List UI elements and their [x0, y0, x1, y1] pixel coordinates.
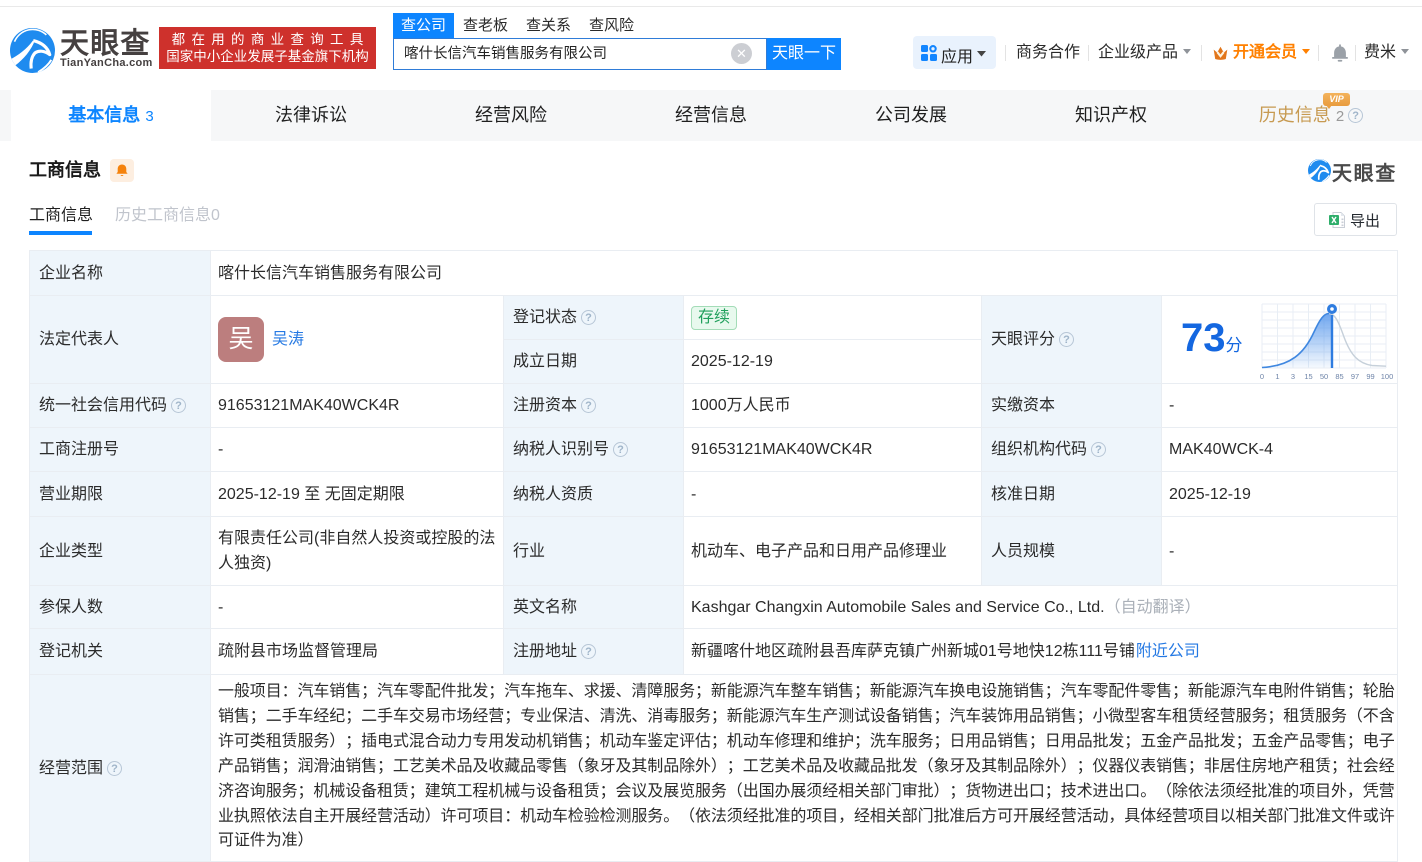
svg-text:97: 97	[1351, 372, 1359, 380]
svg-text:85: 85	[1335, 372, 1343, 380]
svg-text:1: 1	[1275, 372, 1279, 380]
svg-text:99: 99	[1366, 372, 1374, 380]
svg-text:50: 50	[1320, 372, 1328, 380]
svg-text:100: 100	[1381, 372, 1394, 380]
svg-text:15: 15	[1304, 372, 1312, 380]
svg-text:0: 0	[1260, 372, 1264, 380]
svg-text:3: 3	[1291, 372, 1295, 380]
